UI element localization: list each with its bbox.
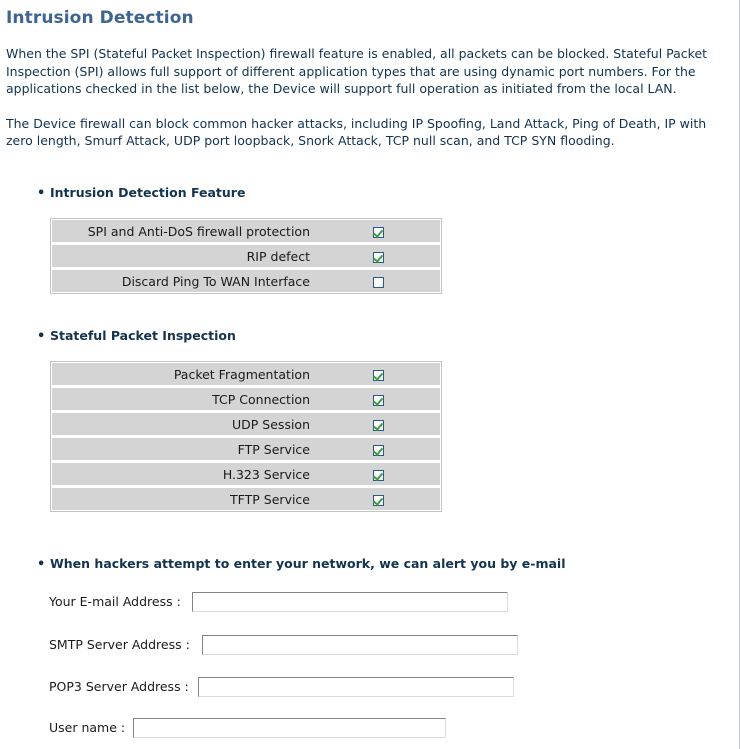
intrusion-detection-feature-table-body: SPI and Anti-DoS firewall protection RIP … (52, 220, 440, 292)
spi-feature-label: FTP Service (52, 438, 316, 460)
table-row: Discard Ping To WAN Interface (52, 270, 440, 292)
checkbox-checked-icon[interactable] (372, 394, 384, 406)
intrusion-detection-page: Intrusion Detection When the SPI (Statef… (0, 0, 740, 749)
email-field-label: Your E-mail Address : (49, 594, 181, 609)
spi-feature-checkbox-cell[interactable] (316, 438, 440, 460)
intro-paragraph-2: The Device firewall can block common hac… (6, 115, 707, 149)
email-field-label: POP3 Server Address : (49, 679, 189, 694)
intrusion-feature-checkbox-cell[interactable] (316, 245, 440, 267)
intro-paragraph-1: When the SPI (Stateful Packet Inspection… (6, 46, 708, 96)
spi-feature-label: UDP Session (52, 413, 316, 435)
bullet-icon: • (37, 329, 46, 344)
intrusion-feature-label: SPI and Anti-DoS firewall protection (52, 220, 316, 242)
section-heading-label: Intrusion Detection Feature (50, 185, 246, 200)
table-row: TFTP Service (52, 488, 440, 510)
spi-feature-checkbox-cell[interactable] (316, 463, 440, 485)
table-row: FTP Service (52, 438, 440, 460)
checkbox-checked-icon[interactable] (372, 369, 384, 381)
pop3-server-input[interactable] (198, 677, 514, 697)
spi-feature-checkbox-cell[interactable] (316, 413, 440, 435)
stateful-packet-inspection-table-body: Packet Fragmentation TCP Connection UDP Se… (52, 363, 440, 510)
intrusion-feature-checkbox-cell[interactable] (316, 270, 440, 292)
bullet-icon: • (37, 186, 46, 201)
email-field-label: SMTP Server Address : (49, 637, 190, 652)
intrusion-feature-label: Discard Ping To WAN Interface (52, 270, 316, 292)
table-row: UDP Session (52, 413, 440, 435)
table-row: H.323 Service (52, 463, 440, 485)
checkbox-checked-icon[interactable] (372, 469, 384, 481)
checkbox-checked-icon[interactable] (372, 226, 384, 238)
intrusion-feature-label: RIP defect (52, 245, 316, 267)
table-row: SPI and Anti-DoS firewall protection (52, 220, 440, 242)
table-row: RIP defect (52, 245, 440, 267)
spi-feature-label: TFTP Service (52, 488, 316, 510)
intrusion-feature-checkbox-cell[interactable] (316, 220, 440, 242)
stateful-packet-inspection-table: Packet Fragmentation TCP Connection UDP Se… (50, 361, 442, 512)
checkbox-checked-icon[interactable] (372, 494, 384, 506)
intro-text-block: When the SPI (Stateful Packet Inspection… (6, 45, 734, 150)
spi-feature-label: Packet Fragmentation (52, 363, 316, 385)
email-field-label: User name : (49, 720, 126, 735)
checkbox-checked-icon[interactable] (372, 251, 384, 263)
smtp-server-input[interactable] (202, 635, 518, 655)
section-heading-label: When hackers attempt to enter your netwo… (50, 556, 566, 571)
email-address-input[interactable] (192, 592, 508, 612)
checkbox-checked-icon[interactable] (372, 419, 384, 431)
checkbox-checked-icon[interactable] (372, 444, 384, 456)
page-title: Intrusion Detection (6, 8, 194, 28)
spi-feature-checkbox-cell[interactable] (316, 488, 440, 510)
section-heading-intrusion-detection-feature: • Intrusion Detection Feature (37, 185, 245, 201)
bullet-icon: • (37, 557, 46, 572)
checkbox-unchecked-icon[interactable] (372, 276, 384, 288)
section-heading-stateful-packet-inspection: • Stateful Packet Inspection (37, 328, 236, 344)
spi-feature-checkbox-cell[interactable] (316, 388, 440, 410)
section-heading-label: Stateful Packet Inspection (50, 328, 236, 343)
spi-feature-checkbox-cell[interactable] (316, 363, 440, 385)
spi-feature-label: TCP Connection (52, 388, 316, 410)
intrusion-detection-feature-table: SPI and Anti-DoS firewall protection RIP … (50, 218, 442, 294)
spi-feature-label: H.323 Service (52, 463, 316, 485)
section-heading-email-alert: • When hackers attempt to enter your netw… (37, 556, 566, 572)
table-row: Packet Fragmentation (52, 363, 440, 385)
user-name-input[interactable] (133, 718, 446, 738)
table-row: TCP Connection (52, 388, 440, 410)
